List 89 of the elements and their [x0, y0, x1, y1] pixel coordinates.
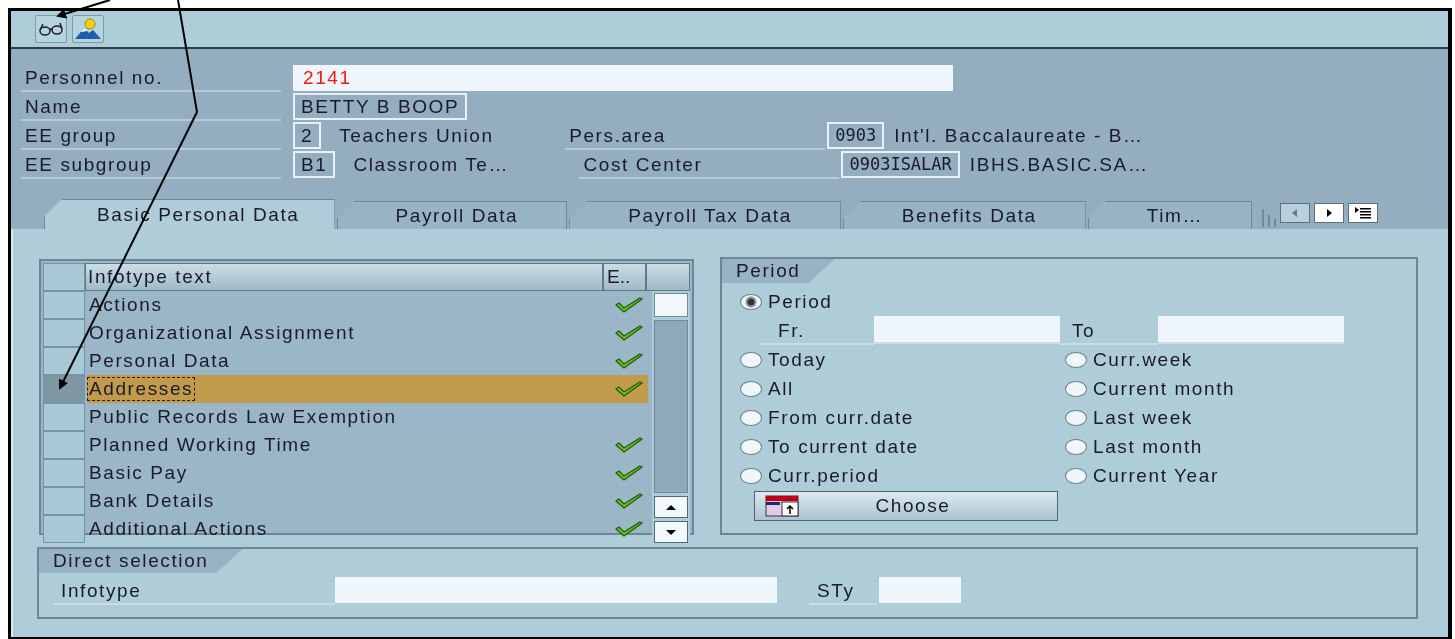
up-arrow-icon: [665, 503, 677, 511]
field-label: Pers.area: [565, 121, 826, 150]
field-text: Classroom Te…: [353, 153, 511, 176]
radio-option[interactable]: Current Year: [1065, 461, 1365, 490]
tab[interactable]: Benefits Data: [842, 201, 1086, 229]
field-label: EE group: [21, 121, 281, 150]
radio-option[interactable]: Curr.week: [1065, 345, 1365, 374]
infotype-cell[interactable]: Bank Details: [87, 489, 217, 513]
radio-label: Curr.period: [768, 464, 880, 487]
field-label: Name: [21, 92, 281, 121]
radio-option[interactable]: Period: [740, 287, 1416, 316]
personnel-number-field[interactable]: 2141: [293, 64, 953, 91]
column-header[interactable]: E..: [603, 263, 646, 291]
calendar-icon: [765, 495, 799, 517]
list-icon: [1355, 207, 1372, 219]
group-title: Direct selection: [39, 549, 243, 573]
field-text: Teachers Union: [339, 124, 495, 147]
infotype-cell[interactable]: Public Records Law Exemption: [87, 405, 399, 429]
infotype-cell[interactable]: Planned Working Time: [87, 433, 314, 457]
select-all-cell[interactable]: [43, 263, 85, 291]
to-date-field[interactable]: [1158, 316, 1344, 344]
landscape-icon: [74, 18, 102, 40]
radio-option[interactable]: To current date: [740, 432, 1065, 461]
field-label: Personnel no.: [21, 63, 281, 92]
radio-option[interactable]: Today: [740, 345, 1065, 374]
value-field: BETTY B BOOP: [293, 93, 468, 120]
radio-label: From curr.date: [768, 406, 914, 429]
radio-option[interactable]: Curr.period: [740, 461, 1065, 490]
scroll-thumb[interactable]: [654, 293, 688, 317]
tab[interactable]: Payroll Tax Data: [569, 201, 841, 229]
radio-button[interactable]: [1065, 467, 1087, 484]
radio-label: Last week: [1093, 406, 1193, 429]
radio-button[interactable]: [1065, 438, 1087, 455]
radio-button[interactable]: [740, 438, 762, 455]
radio-label: Today: [768, 348, 827, 371]
radio-option[interactable]: Last month: [1065, 432, 1365, 461]
tab[interactable]: Tim…: [1087, 201, 1253, 229]
glasses-button[interactable]: [35, 15, 67, 43]
radio-button[interactable]: [1065, 351, 1087, 368]
radio-option[interactable]: All: [740, 374, 1065, 403]
tab-stack-icon: [1262, 208, 1277, 227]
radio-label: Last month: [1093, 435, 1203, 458]
radio-button[interactable]: [740, 467, 762, 484]
radio-label: Current month: [1093, 377, 1236, 400]
radio-label: To current date: [768, 435, 919, 458]
value-field: 2: [293, 122, 322, 149]
radio-button[interactable]: [1065, 409, 1087, 426]
radio-button[interactable]: [1065, 380, 1087, 397]
infotype-cell[interactable]: Additional Actions: [87, 517, 270, 541]
infotype-field[interactable]: [335, 577, 777, 603]
radio-label: Curr.week: [1093, 348, 1193, 371]
infotype-cell[interactable]: Personal Data: [87, 349, 233, 373]
landscape-button[interactable]: [72, 15, 104, 43]
field-text: IBHS.BASIC.SA…: [969, 153, 1149, 176]
radio-option[interactable]: Last week: [1065, 403, 1365, 432]
scroll-down-button[interactable]: [654, 521, 688, 543]
field-label: Cost Center: [579, 150, 840, 179]
radio-label: Current Year: [1093, 464, 1219, 487]
tab-list-button[interactable]: [1348, 203, 1379, 223]
value-field: 0903ISALAR: [841, 151, 960, 178]
radio-option[interactable]: Current month: [1065, 374, 1365, 403]
radio-button[interactable]: [740, 293, 762, 310]
infotype-cell[interactable]: Addresses: [87, 377, 196, 401]
value-field: B1: [293, 151, 336, 178]
field-text: Int'l. Baccalaureate - B…: [894, 124, 1144, 147]
row-selector[interactable]: [43, 375, 85, 403]
column-settings-cell[interactable]: [646, 263, 690, 291]
group-title: Period: [722, 259, 835, 283]
down-arrow-icon: [665, 528, 677, 536]
radio-option[interactable]: From curr.date: [740, 403, 1065, 432]
from-date-field[interactable]: [874, 316, 1060, 344]
tab[interactable]: Payroll Data: [336, 201, 568, 229]
choose-button[interactable]: Choose: [754, 491, 1058, 521]
radio-button[interactable]: [740, 409, 762, 426]
row-selector[interactable]: [43, 347, 85, 375]
radio-button[interactable]: [740, 351, 762, 368]
scroll-up-button[interactable]: [654, 496, 688, 518]
radio-label: All: [768, 377, 794, 400]
infotype-label: Infotype: [53, 577, 335, 605]
infotype-cell[interactable]: Basic Pay: [87, 461, 190, 485]
radio-button[interactable]: [740, 380, 762, 397]
glasses-icon: [38, 21, 64, 37]
radio-label: Period: [768, 290, 833, 313]
subtype-label: STy: [809, 577, 877, 605]
infotype-cell[interactable]: Organizational Assignment: [87, 321, 357, 345]
field-label: EE subgroup: [21, 150, 281, 179]
subtype-field[interactable]: [879, 577, 961, 603]
scroll-right-button[interactable]: [1314, 203, 1345, 223]
value-field: 0903: [827, 122, 885, 149]
